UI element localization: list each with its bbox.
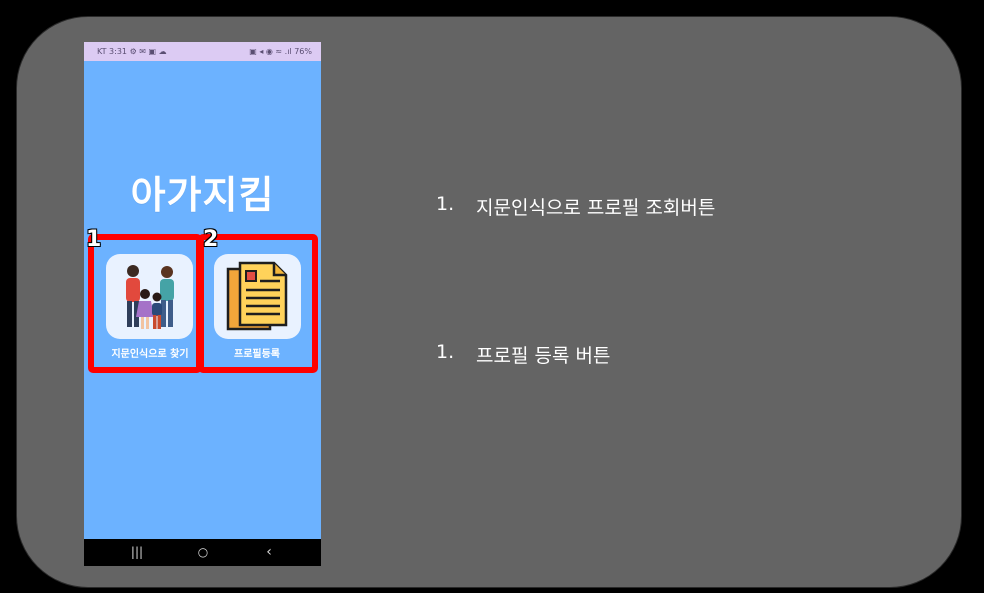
description-text: 프로필 등록 버튼 [476,345,611,367]
recent-apps-button[interactable]: ||| [122,539,152,566]
marker-2: 2 [203,227,219,252]
status-bar-right: ▣ ◂ ◉ ≈ .ıl 76% [249,47,312,56]
android-nav-bar: ||| ○ ‹ [84,539,321,566]
highlight-box-2 [198,234,318,373]
home-button[interactable]: ○ [188,539,218,566]
status-bar: KT 3:31 ⚙ ✉ ▣ ☁ ▣ ◂ ◉ ≈ .ıl 76% [84,42,321,61]
description-number: 1. [436,193,455,215]
status-bar-left: KT 3:31 ⚙ ✉ ▣ ☁ [97,47,167,56]
description-number: 1. [436,341,455,363]
description-text: 지문인식으로 프로필 조회버튼 [476,197,716,219]
back-button[interactable]: ‹ [254,539,284,566]
highlight-box-1 [88,234,202,373]
app-title: 아가지킴 [130,173,275,217]
marker-1: 1 [86,227,102,252]
